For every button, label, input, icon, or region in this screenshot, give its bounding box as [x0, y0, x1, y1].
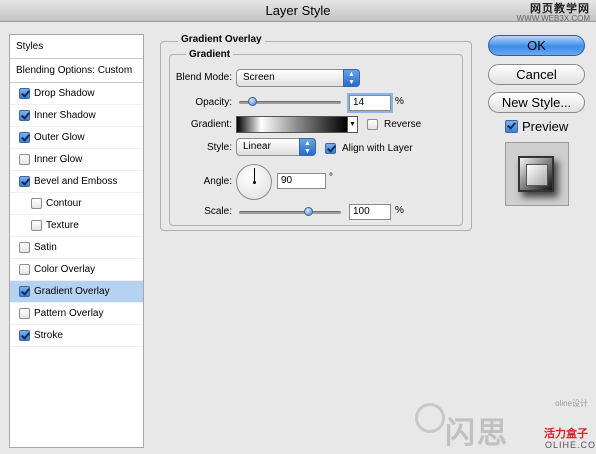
scale-slider-thumb[interactable]	[304, 207, 313, 216]
style-select[interactable]: Linear ▲ ▼	[236, 138, 316, 156]
panel-title: Gradient Overlay	[178, 34, 265, 45]
sidebar-item-label: Satin	[34, 241, 57, 253]
watermark-small: oline设计	[555, 399, 588, 408]
reverse-checkbox[interactable]	[367, 119, 378, 130]
blend-mode-value: Screen	[243, 72, 275, 83]
watermark-url: OLIHE.COM	[545, 440, 596, 450]
watermark-red: 活力盒子	[544, 428, 588, 440]
scale-label: Scale:	[204, 206, 232, 217]
inner-shadow-checkbox[interactable]	[19, 110, 30, 121]
sidebar-item-label: Contour	[46, 197, 82, 209]
preview-checkbox[interactable]	[505, 120, 518, 133]
blend-mode-select[interactable]: Screen ▲ ▼	[236, 69, 360, 87]
sidebar-item-label: Inner Shadow	[34, 109, 96, 121]
angle-needle	[254, 168, 255, 182]
satin-checkbox[interactable]	[19, 242, 30, 253]
sidebar-item-label: Stroke	[34, 329, 63, 341]
preview-square	[518, 156, 554, 192]
at-logo-icon	[415, 403, 445, 433]
sidebar-item-pattern-overlay[interactable]: Pattern Overlay	[10, 303, 143, 325]
new-style-button[interactable]: New Style...	[488, 92, 585, 113]
select-arrows-icon: ▲ ▼	[343, 69, 360, 87]
style-preview-thumbnail	[505, 142, 569, 206]
sidebar-item-blending-options[interactable]: Blending Options: Custom	[10, 59, 143, 83]
styles-sidebar: Styles Blending Options: Custom Drop Sha…	[9, 34, 144, 448]
sidebar-item-color-overlay[interactable]: Color Overlay	[10, 259, 143, 281]
watermark-top-line1: 网页教学网	[530, 2, 590, 15]
cancel-button[interactable]: Cancel	[488, 64, 585, 85]
gradient-dropdown-icon[interactable]: ▼	[348, 116, 358, 133]
sidebar-item-label: Inner Glow	[34, 153, 83, 165]
angle-unit: °	[329, 172, 333, 183]
reverse-label: Reverse	[384, 119, 422, 130]
select-arrows-icon: ▲ ▼	[299, 138, 316, 156]
sidebar-item-contour[interactable]: Contour	[10, 193, 143, 215]
gradient-label: Gradient:	[190, 119, 232, 130]
window-title: Layer Style	[265, 3, 331, 18]
style-value: Linear	[243, 141, 271, 152]
sidebar-item-label: Color Overlay	[34, 263, 96, 275]
stroke-checkbox[interactable]	[19, 330, 30, 341]
sidebar-item-label: Gradient Overlay	[34, 285, 110, 297]
opacity-input[interactable]: 14	[349, 95, 391, 111]
angle-label: Angle:	[203, 176, 232, 187]
contour-checkbox[interactable]	[31, 198, 42, 209]
scale-slider-track[interactable]	[239, 211, 341, 214]
scale-input[interactable]: 100	[349, 204, 391, 220]
bevel-emboss-checkbox[interactable]	[19, 176, 30, 187]
watermark-top-line2: WWW.WEB3X.COM	[516, 14, 590, 23]
sidebar-item-label: Outer Glow	[34, 131, 85, 143]
watermark-bottom: 闪思 oline设计 活力盒子 OLIHE.COM	[415, 398, 596, 454]
sidebar-item-satin[interactable]: Satin	[10, 237, 143, 259]
sidebar-item-label: Texture	[46, 219, 79, 231]
outer-glow-checkbox[interactable]	[19, 132, 30, 143]
pattern-overlay-checkbox[interactable]	[19, 308, 30, 319]
opacity-label: Opacity:	[195, 97, 232, 108]
blend-mode-label: Blend Mode:	[175, 72, 232, 83]
sidebar-item-texture[interactable]: Texture	[10, 215, 143, 237]
sidebar-item-styles[interactable]: Styles	[10, 35, 143, 59]
gradient-swatch[interactable]	[236, 116, 348, 133]
scale-unit: %	[395, 205, 404, 216]
inner-glow-checkbox[interactable]	[19, 154, 30, 165]
align-with-layer-label: Align with Layer	[342, 143, 413, 154]
sidebar-item-drop-shadow[interactable]: Drop Shadow	[10, 83, 143, 105]
sidebar-item-inner-glow[interactable]: Inner Glow	[10, 149, 143, 171]
sidebar-item-outer-glow[interactable]: Outer Glow	[10, 127, 143, 149]
ok-button[interactable]: OK	[488, 35, 585, 56]
panel-subtitle: Gradient	[186, 49, 234, 60]
watermark-top: 网页教学网 WWW.WEB3X.COM	[517, 3, 590, 23]
style-label: Style:	[206, 142, 232, 153]
opacity-unit: %	[395, 96, 404, 107]
align-with-layer-checkbox[interactable]	[325, 143, 336, 154]
angle-input[interactable]: 90	[277, 173, 326, 189]
color-overlay-checkbox[interactable]	[19, 264, 30, 275]
angle-center-dot	[253, 181, 256, 184]
drop-shadow-checkbox[interactable]	[19, 88, 30, 99]
window-titlebar: Layer Style 网页教学网 WWW.WEB3X.COM	[0, 0, 596, 23]
sidebar-item-stroke[interactable]: Stroke	[10, 325, 143, 347]
sidebar-item-gradient-overlay[interactable]: Gradient Overlay	[10, 281, 143, 303]
sidebar-item-label: Bevel and Emboss	[34, 175, 118, 187]
watermark-logo-glyphs: 闪思	[445, 416, 509, 451]
angle-dial[interactable]	[236, 164, 272, 200]
sidebar-item-inner-shadow[interactable]: Inner Shadow	[10, 105, 143, 127]
preview-label: Preview	[522, 119, 569, 134]
sidebar-item-label: Drop Shadow	[34, 87, 95, 99]
gradient-overlay-checkbox[interactable]	[19, 286, 30, 297]
sidebar-item-label: Pattern Overlay	[34, 307, 104, 319]
texture-checkbox[interactable]	[31, 220, 42, 231]
sidebar-item-bevel-emboss[interactable]: Bevel and Emboss	[10, 171, 143, 193]
